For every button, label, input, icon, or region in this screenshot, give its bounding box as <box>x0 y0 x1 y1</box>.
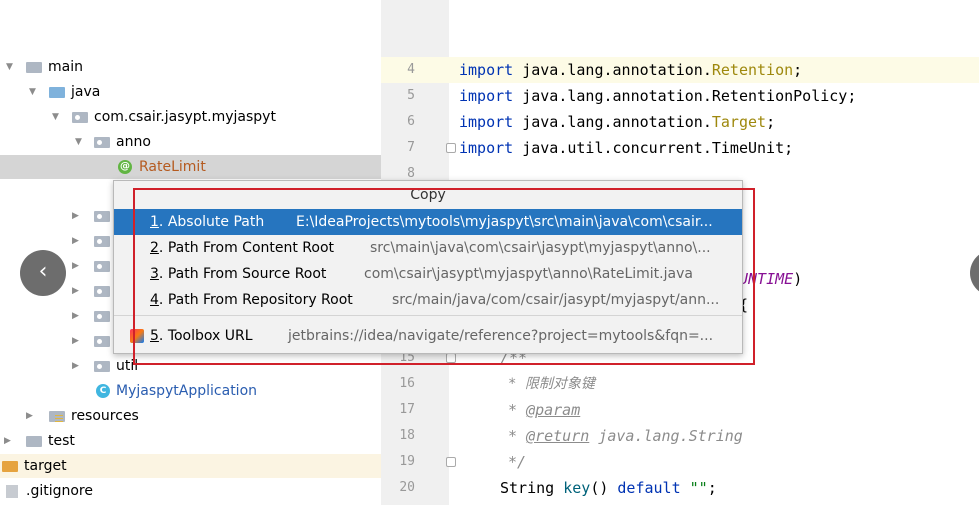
code-line-6: import java.lang.annotation.Target; <box>459 113 776 131</box>
line-number: 17 <box>399 402 415 417</box>
chevron-right-icon[interactable]: ▶ <box>26 404 33 428</box>
tree-item-test[interactable]: ▶ test <box>0 429 381 453</box>
tree-item-java[interactable]: ▼ java <box>0 80 381 104</box>
line-number: 6 <box>407 114 415 129</box>
code-line-20: String key() default ""; <box>500 479 717 497</box>
chevron-right-icon[interactable]: ▶ <box>72 304 79 328</box>
chevron-down-icon[interactable]: ▼ <box>52 105 59 129</box>
package-icon <box>94 361 110 372</box>
tree-item-gitignore[interactable]: .gitignore <box>0 479 381 503</box>
tree-item-package[interactable]: ▼ com.csair.jasypt.myjaspyt <box>0 105 381 129</box>
line-number: 7 <box>407 140 415 155</box>
code-line-4: import java.lang.annotation.Retention; <box>459 61 803 79</box>
tree-item-label: RateLimit <box>139 159 206 175</box>
code-line-17: * @param <box>508 401 581 419</box>
highlight-box <box>133 188 755 365</box>
chevron-right-icon[interactable]: ▶ <box>72 354 79 378</box>
fold-marker-icon[interactable] <box>446 143 456 153</box>
package-icon <box>94 336 110 347</box>
code-line-7: import java.util.concurrent.TimeUnit; <box>459 139 794 157</box>
line-number: 16 <box>399 376 415 391</box>
spring-class-icon: C <box>96 384 110 398</box>
package-icon <box>94 311 110 322</box>
chevron-down-icon[interactable]: ▼ <box>6 55 13 79</box>
tree-item-anno[interactable]: ▼ anno <box>0 130 381 154</box>
chevron-right-icon[interactable]: ▶ <box>72 329 79 353</box>
line-number: 20 <box>399 480 415 495</box>
folder-icon <box>26 62 42 73</box>
tree-item-label: MyjaspytApplication <box>116 383 258 399</box>
annotation-icon: @ <box>118 160 132 174</box>
tree-item-label: anno <box>116 134 151 150</box>
package-icon <box>94 211 110 222</box>
tree-item-label: test <box>48 433 75 449</box>
tree-item-target[interactable]: target <box>0 454 381 478</box>
tree-item-label: resources <box>71 408 139 424</box>
chevron-right-icon[interactable]: ▶ <box>72 204 79 228</box>
tree-item-myjaspytapplication[interactable]: C MyjaspytApplication <box>0 379 381 403</box>
tree-item-label: java <box>71 84 101 100</box>
folder-icon <box>26 436 42 447</box>
line-number: 4 <box>407 62 415 77</box>
fold-marker-icon[interactable] <box>446 457 456 467</box>
package-icon <box>94 137 110 148</box>
package-icon <box>94 261 110 272</box>
file-icon <box>6 485 18 498</box>
line-number: 5 <box>407 88 415 103</box>
tree-item-label: target <box>24 458 67 474</box>
chevron-right-icon[interactable]: ▶ <box>72 254 79 278</box>
resources-folder-icon <box>49 411 65 422</box>
code-line-16: * 限制对象键 <box>508 376 595 392</box>
line-number: 18 <box>399 428 415 443</box>
chevron-right-icon[interactable]: ▶ <box>72 279 79 303</box>
chevron-right-icon[interactable]: ▶ <box>4 429 11 453</box>
chevron-down-icon[interactable]: ▼ <box>29 80 36 104</box>
tree-item-label: main <box>48 59 83 75</box>
excluded-folder-icon <box>2 461 18 472</box>
chevron-right-icon[interactable]: ▶ <box>72 229 79 253</box>
chevron-down-icon[interactable]: ▼ <box>75 130 82 154</box>
tree-item-main[interactable]: ▼ main <box>0 55 381 79</box>
tree-item-ratelimit[interactable]: @ RateLimit <box>0 155 381 179</box>
code-line-19: */ <box>508 453 527 471</box>
code-line-5: import java.lang.annotation.RetentionPol… <box>459 87 857 105</box>
package-icon <box>94 286 110 297</box>
code-line-18: * @return java.lang.String <box>508 427 743 445</box>
package-icon <box>72 112 88 123</box>
line-number: 19 <box>399 454 415 469</box>
tree-item-label: .gitignore <box>26 483 93 499</box>
tree-item-resources[interactable]: ▶ resources <box>0 404 381 428</box>
tree-item-label: com.csair.jasypt.myjaspyt <box>94 109 276 125</box>
package-icon <box>94 236 110 247</box>
previous-arrow-icon[interactable]: ‹ <box>20 250 66 296</box>
source-folder-icon <box>49 87 65 98</box>
